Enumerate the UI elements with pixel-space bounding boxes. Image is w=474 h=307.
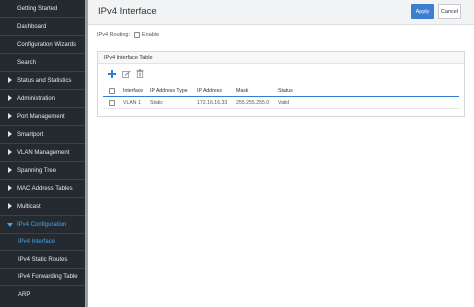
sidebar-item-smartport[interactable]: Smartport bbox=[0, 126, 86, 143]
sidebar-item-arp[interactable]: ARP bbox=[0, 286, 86, 303]
chevron-right-icon bbox=[8, 95, 12, 101]
sidebar-item-label: Administration bbox=[17, 95, 56, 102]
sidebar-item-label: IPv4 Interface bbox=[18, 238, 56, 245]
sidebar-item-label: IPv4 Configuration bbox=[17, 221, 67, 228]
chevron-right-icon bbox=[8, 131, 12, 137]
sidebar-item-dashboard[interactable]: Dashboard bbox=[0, 18, 86, 35]
chevron-right-icon bbox=[8, 167, 12, 173]
sidebar-item-administration[interactable]: Administration bbox=[0, 90, 86, 107]
ipv4-routing-label: IPv4 Routing: bbox=[97, 32, 131, 38]
chevron-right-icon bbox=[8, 185, 12, 191]
sidebar-item-mac-address-tables[interactable]: MAC Address Tables bbox=[0, 180, 86, 197]
column-header-ip-address-type[interactable]: IP Address Type bbox=[150, 88, 188, 94]
sidebar-item-status-and-statistics[interactable]: Status and Statistics bbox=[0, 72, 86, 89]
column-header-mask[interactable]: Mask bbox=[236, 88, 248, 94]
scrollbar-thumb[interactable] bbox=[85, 0, 88, 307]
page-title: IPv4 Interface bbox=[98, 6, 157, 17]
sidebar-item-label: Smartport bbox=[17, 131, 44, 138]
enable-label: Enable bbox=[142, 32, 160, 38]
sidebar-item-port-management[interactable]: Port Management bbox=[0, 108, 86, 125]
cell-mask: 255.255.255.0 bbox=[236, 100, 270, 106]
sidebar-item-spanning-tree[interactable]: Spanning Tree bbox=[0, 162, 86, 179]
sidebar-item-configuration-wizards[interactable]: Configuration Wizards bbox=[0, 36, 86, 53]
cell-status: Valid bbox=[278, 100, 290, 106]
sidebar-item-getting-started[interactable]: Getting Started bbox=[0, 0, 86, 17]
table-header-underline bbox=[103, 96, 459, 97]
sidebar-item-label: Getting Started bbox=[17, 5, 58, 12]
sidebar-item-label: ARP bbox=[18, 291, 31, 298]
sidebar-item-label: MAC Address Tables bbox=[17, 185, 73, 192]
sidebar: Getting Started Dashboard Configuration … bbox=[0, 0, 88, 307]
sidebar-item-ipv4-interface[interactable]: IPv4 Interface bbox=[0, 233, 86, 250]
apply-button[interactable]: Apply bbox=[411, 4, 434, 19]
sidebar-item-ipv4-forwarding-table[interactable]: IPv4 Forwarding Table bbox=[0, 268, 86, 285]
row-divider bbox=[103, 108, 459, 109]
sidebar-item-label: IPv4 Forwarding Table bbox=[18, 273, 78, 280]
row-checkbox[interactable] bbox=[109, 100, 115, 106]
sidebar-item-label: Multicast bbox=[17, 203, 41, 210]
sidebar-item-vlan-management[interactable]: VLAN Management bbox=[0, 144, 86, 161]
chevron-down-icon bbox=[7, 223, 13, 227]
sidebar-item-label: Port Management bbox=[17, 113, 65, 120]
column-header-ip-address[interactable]: IP Address bbox=[197, 88, 222, 94]
cancel-button[interactable]: Cancel bbox=[438, 4, 461, 19]
sidebar-item-ipv4-configuration[interactable]: IPv4 Configuration bbox=[0, 216, 86, 233]
sidebar-item-label: Status and Statistics bbox=[17, 77, 72, 84]
column-header-status[interactable]: Status bbox=[278, 88, 293, 94]
panel-header: IPv4 Interface Table bbox=[98, 52, 464, 64]
chevron-right-icon bbox=[8, 203, 12, 209]
cell-interface: VLAN 1 bbox=[123, 100, 141, 106]
chevron-right-icon bbox=[8, 77, 12, 83]
sidebar-item-search[interactable]: Search bbox=[0, 54, 86, 71]
chevron-right-icon bbox=[8, 149, 12, 155]
delete-icon[interactable] bbox=[136, 69, 144, 78]
add-icon[interactable] bbox=[108, 70, 116, 78]
select-all-checkbox[interactable] bbox=[109, 88, 115, 94]
sidebar-item-ipv4-static-routes[interactable]: IPv4 Static Routes bbox=[0, 251, 86, 268]
sidebar-item-label: IPv4 Static Routes bbox=[18, 256, 68, 263]
sidebar-item-label: Configuration Wizards bbox=[17, 41, 77, 48]
sidebar-item-multicast[interactable]: Multicast bbox=[0, 198, 86, 215]
sidebar-item-label: Search bbox=[17, 59, 37, 66]
chevron-right-icon bbox=[8, 113, 12, 119]
sidebar-item-label: VLAN Management bbox=[17, 149, 70, 156]
sidebar-item-label: Dashboard bbox=[17, 23, 47, 30]
table-title: IPv4 Interface Table bbox=[104, 55, 153, 61]
ipv4-routing-enable-checkbox[interactable] bbox=[134, 32, 140, 38]
cell-ip-address-type: Static bbox=[150, 100, 163, 106]
column-header-interface[interactable]: Interface bbox=[123, 88, 143, 94]
sidebar-item-label: Spanning Tree bbox=[17, 167, 57, 174]
cell-ip-address: 172.16.16.33 bbox=[197, 100, 228, 106]
edit-icon[interactable] bbox=[122, 70, 131, 78]
sidebar-scrollbar[interactable] bbox=[85, 0, 88, 307]
